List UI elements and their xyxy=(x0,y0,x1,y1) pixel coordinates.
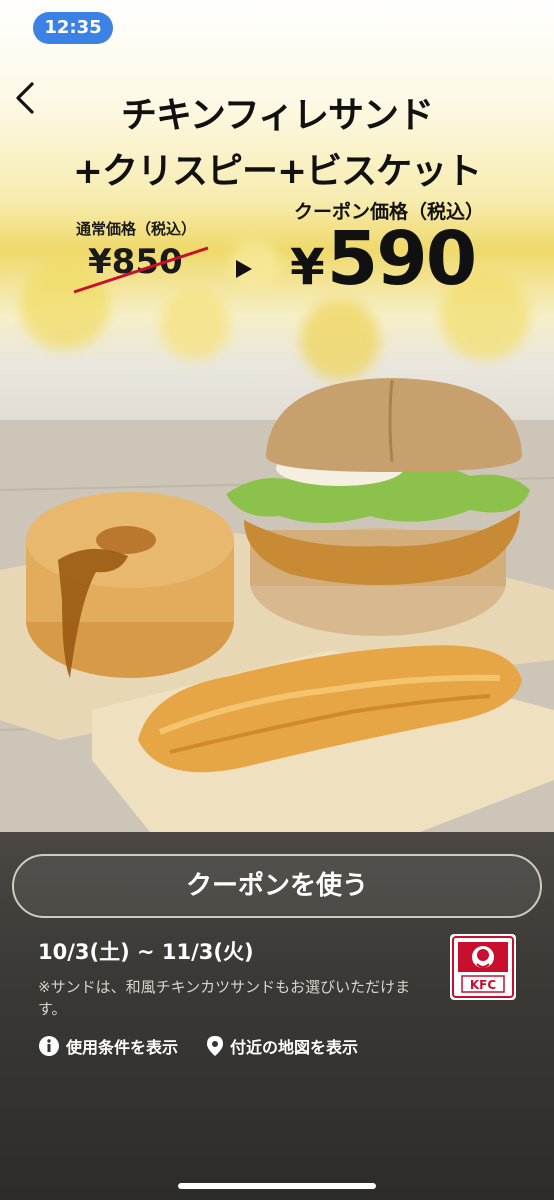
show-terms-link[interactable]: 使用条件を表示 xyxy=(38,1034,178,1058)
status-time: 12:35 xyxy=(33,12,113,44)
validity-period: 10/3(土) ~ 11/3(火) xyxy=(38,940,254,964)
arrow-right-icon xyxy=(236,260,252,278)
offer-title-line2: +クリスピー+ビスケット xyxy=(72,151,482,192)
offer-title-line1: チキンフィレサンド xyxy=(120,95,434,136)
coupon-hero-image: 12:35 チキンフィレサンド +クリスピー+ビスケット 通常価格（税込） ¥8… xyxy=(0,0,554,832)
coupon-detail-panel: クーポンを使う 10/3(土) ~ 11/3(火) ※サンドは、和風チキンカツサ… xyxy=(0,832,554,1200)
show-map-link[interactable]: 付近の地図を表示 xyxy=(206,1034,358,1058)
strikethrough-line xyxy=(73,246,209,294)
show-terms-label: 使用条件を表示 xyxy=(66,1038,179,1057)
show-map-label: 付近の地図を表示 xyxy=(230,1038,359,1057)
home-indicator[interactable] xyxy=(178,1183,376,1189)
coupon-price-value: 590 xyxy=(326,216,477,302)
coupon-currency: ¥ xyxy=(290,238,325,296)
kfc-logo: KFC xyxy=(450,934,516,1000)
kfc-logo-text: KFC xyxy=(470,978,496,992)
food-photo xyxy=(0,378,554,832)
info-icon xyxy=(39,1036,59,1056)
map-pin-icon xyxy=(207,1036,223,1056)
coupon-note: ※サンドは、和風チキンカツサンドもお選びいただけます。 xyxy=(38,978,411,1018)
coupon-price: ¥590 xyxy=(290,222,477,296)
use-coupon-button[interactable]: クーポンを使う xyxy=(12,854,542,918)
